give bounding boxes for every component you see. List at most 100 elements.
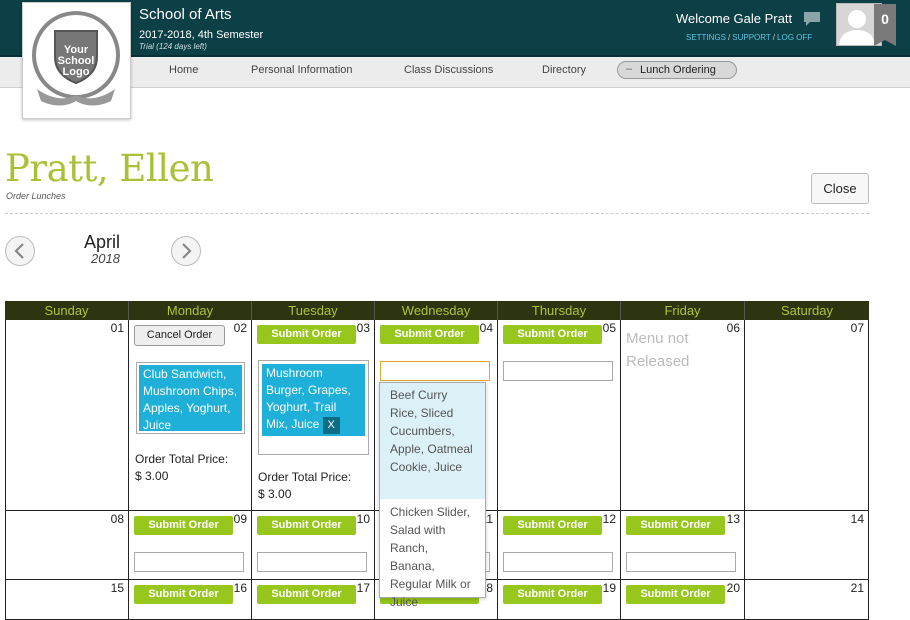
order-field[interactable]: Club Sandwich, Mushroom Chips, Apples, Y… — [136, 362, 245, 434]
submit-order-button[interactable]: Submit Order — [134, 585, 233, 604]
lunch-select-input[interactable] — [257, 552, 367, 572]
divider — [5, 213, 869, 214]
nav-directory[interactable]: Directory — [542, 64, 586, 76]
logoff-link[interactable]: LOG OFF — [777, 33, 812, 42]
calendar-day-cell: 16 Submit Order — [129, 580, 252, 620]
lunch-select-input[interactable] — [626, 552, 736, 572]
submit-order-button[interactable]: Submit Order — [257, 516, 356, 535]
day-header-sunday: Sunday — [5, 301, 129, 320]
calendar-day-cell: 05 Submit Order — [498, 320, 621, 511]
welcome-text: Welcome Gale Pratt — [676, 11, 793, 26]
order-chip: Club Sandwich, Mushroom Chips, Apples, Y… — [139, 365, 242, 432]
support-link[interactable]: SUPPORT — [732, 33, 771, 42]
day-number: 13 — [726, 512, 740, 526]
header-links: SETTINGS / SUPPORT / LOG OFF — [686, 33, 813, 42]
nav-lunch-ordering[interactable]: – Lunch Ordering — [617, 61, 737, 79]
term-label: 2017-2018, 4th Semester — [139, 29, 264, 41]
calendar-day-cell: 07 — [745, 320, 869, 511]
order-field[interactable]: Mushroom Burger, Grapes, Yoghurt, Trail … — [258, 360, 369, 455]
day-header-tuesday: Tuesday — [252, 301, 375, 320]
menu-not-released: Menu not Released — [626, 330, 690, 370]
submit-order-button[interactable]: Submit Order — [626, 516, 725, 535]
calendar-day-cell: 15 — [5, 580, 129, 620]
calendar-day-cell: 02 Cancel Order Club Sandwich, Mushroom … — [129, 320, 252, 511]
day-header-wednesday: Wednesday — [375, 301, 498, 320]
day-number: 16 — [233, 581, 247, 595]
month-label: April — [84, 232, 121, 252]
dash-icon: – — [626, 63, 633, 75]
page-subtitle: Order Lunches — [6, 191, 66, 201]
order-chip: Mushroom Burger, Grapes, Yoghurt, Trail … — [262, 364, 365, 436]
lunch-options-dropdown: Beef Curry Rice, Sliced Cucumbers, Apple… — [379, 382, 486, 609]
order-total-label: Order Total Price: — [135, 452, 229, 466]
calendar-day-cell: 03 Submit Order Mushroom Burger, Grapes,… — [252, 320, 375, 511]
calendar-day-cell: 17 Submit Order — [252, 580, 375, 620]
calendar-day-cell: 01 — [5, 320, 129, 511]
year-label: 2018 — [91, 251, 120, 266]
day-number: 17 — [356, 581, 370, 595]
lunch-select-input[interactable] — [134, 552, 244, 572]
day-number: 07 — [850, 321, 864, 335]
submit-order-button[interactable]: Submit Order — [503, 516, 602, 535]
submit-order-button[interactable]: Submit Order — [626, 585, 725, 604]
day-number: 02 — [233, 321, 247, 335]
chat-icon[interactable] — [803, 11, 821, 32]
day-header-thursday: Thursday — [498, 301, 621, 320]
lunch-select-input[interactable] — [380, 361, 490, 381]
close-button[interactable]: Close — [811, 173, 869, 204]
day-header-friday: Friday — [621, 301, 745, 320]
day-number: 04 — [479, 321, 493, 335]
calendar-day-cell: 21 — [745, 580, 869, 620]
school-logo[interactable]: Your School Logo — [22, 2, 131, 119]
calendar-day-cell: 19 Submit Order — [498, 580, 621, 620]
day-number: 06 — [726, 321, 740, 335]
day-number: 05 — [602, 321, 616, 335]
dropdown-option[interactable]: Beef Curry Rice, Sliced Cucumbers, Apple… — [380, 383, 485, 499]
svg-text:Logo: Logo — [63, 66, 90, 78]
lunch-select-input[interactable] — [503, 552, 613, 572]
day-number: 10 — [356, 512, 370, 526]
school-name: School of Arts — [139, 6, 232, 23]
calendar-day-cell: 08 — [5, 511, 129, 580]
day-header-saturday: Saturday — [745, 301, 869, 320]
trial-label: Trial (124 days left) — [139, 42, 207, 51]
prev-month-button[interactable] — [5, 236, 35, 266]
day-number: 20 — [726, 581, 740, 595]
day-number: 01 — [110, 321, 124, 335]
order-total-value: $ 3.00 — [258, 487, 292, 501]
calendar-day-cell: 14 — [745, 511, 869, 580]
day-header-monday: Monday — [129, 301, 252, 320]
submit-order-button[interactable]: Submit Order — [257, 325, 356, 344]
day-number: 19 — [602, 581, 616, 595]
calendar-day-cell: 20 Submit Order — [621, 580, 745, 620]
nav-class-discussions[interactable]: Class Discussions — [404, 64, 493, 76]
submit-order-button[interactable]: Submit Order — [134, 516, 233, 535]
notification-badge[interactable]: 0 — [874, 4, 896, 46]
day-number: 14 — [850, 512, 864, 526]
submit-order-button[interactable]: Submit Order — [380, 325, 479, 344]
chevron-left-icon — [14, 243, 24, 259]
day-number: 03 — [356, 321, 370, 335]
order-total-value: $ 3.00 — [135, 469, 169, 483]
lunch-select-input[interactable] — [503, 361, 613, 381]
day-number: 09 — [233, 512, 247, 526]
chevron-right-icon — [182, 243, 192, 259]
top-header: School of Arts 2017-2018, 4th Semester T… — [0, 0, 910, 57]
settings-link[interactable]: SETTINGS — [686, 33, 726, 42]
page-title: Pratt, Ellen — [5, 147, 214, 190]
submit-order-button[interactable]: Submit Order — [503, 325, 602, 344]
calendar-day-cell: 09 Submit Order — [129, 511, 252, 580]
calendar-day-cell: 13 Submit Order — [621, 511, 745, 580]
calendar-day-cell: 10 Submit Order — [252, 511, 375, 580]
nav-home[interactable]: Home — [169, 64, 198, 76]
dropdown-option[interactable]: Chicken Slider, Salad with Ranch, Banana… — [380, 500, 485, 609]
day-number: 21 — [850, 581, 864, 595]
submit-order-button[interactable]: Submit Order — [503, 585, 602, 604]
calendar-day-cell: 06 Menu not Released — [621, 320, 745, 511]
submit-order-button[interactable]: Submit Order — [257, 585, 356, 604]
next-month-button[interactable] — [171, 236, 201, 266]
order-total-label: Order Total Price: — [258, 470, 352, 484]
cancel-order-button[interactable]: Cancel Order — [134, 325, 225, 346]
nav-personal-information[interactable]: Personal Information — [251, 64, 353, 76]
remove-item-button[interactable]: X — [322, 417, 340, 434]
